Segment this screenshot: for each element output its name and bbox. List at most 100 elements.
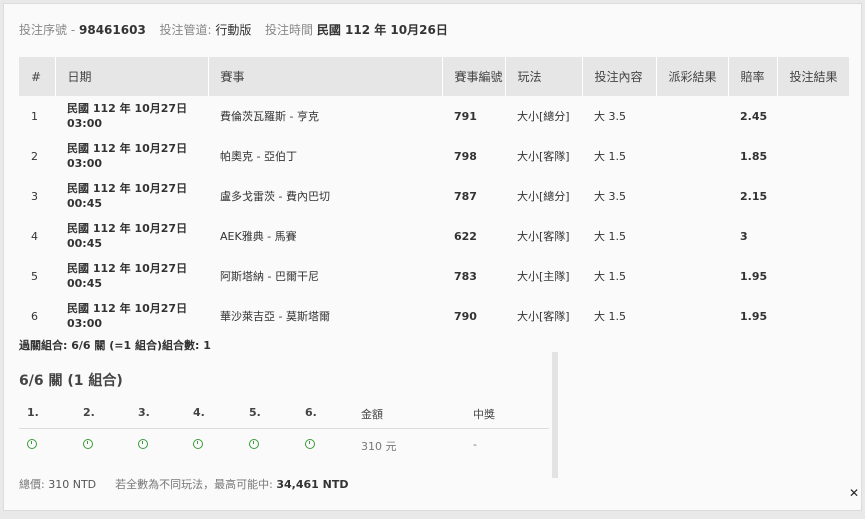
combo-header-prize: 中獎 (473, 408, 495, 421)
channel-value: 行動版 (215, 23, 252, 37)
max-win-note: 若全數為不同玩法，最高可能中: (115, 478, 273, 491)
col-header: 賽事編號 (442, 57, 506, 96)
combo-amount: 310 元 (361, 440, 397, 453)
match-date: 民國 112 年 10月27日 00:45 (55, 216, 208, 256)
match-date-day: 民國 112 年 10月27日 (67, 262, 188, 275)
clock-icon (27, 438, 37, 451)
match-date-time: 00:45 (67, 197, 103, 210)
combo-header-amount: 金額 (361, 408, 383, 421)
play-type: 大小[客隊] (517, 150, 570, 163)
match-date-time: 00:45 (67, 277, 103, 290)
match-date-time: 03:00 (67, 157, 103, 170)
table-row: 4 民國 112 年 10月27日 00:45 AEK雅典 - 馬賽 622 大小[客隊]… (19, 216, 849, 256)
bet-result (777, 176, 849, 216)
close-icon[interactable]: ✕ (846, 485, 862, 501)
combo-header: 1. (27, 406, 39, 419)
bet-result (777, 136, 849, 176)
col-header: 賽事 (208, 57, 443, 96)
col-header: # (19, 57, 56, 96)
col-header: 日期 (55, 57, 209, 96)
bet-result (777, 256, 849, 296)
match-id: 622 (454, 229, 477, 243)
combo-header: 2. (83, 406, 95, 419)
channel-label: 投注管道: (159, 23, 212, 37)
bet-content: 大 1.5 (594, 230, 626, 243)
table-row: 2 民國 112 年 10月27日 03:00 帕奧克 - 亞伯丁 798 大小[客隊] 大… (19, 136, 849, 176)
table-row: 1 民國 112 年 10月27日 03:00 費倫茨瓦羅斯 - 亨克 791 大小[總分… (19, 96, 849, 136)
match-date-time: 00:45 (67, 237, 103, 250)
match-name: AEK雅典 - 馬賽 (220, 230, 297, 243)
odds: 2.15 (740, 189, 768, 203)
combo-header-row: 1. 2. 3. 4. 5. 6. 金額 中獎 (19, 406, 549, 426)
serial-label: 投注序號 (19, 23, 68, 37)
play-type: 大小[主隊] (517, 270, 570, 283)
play-type: 大小[客隊] (517, 230, 570, 243)
time-value: 民國 112 年 10月26日 (316, 23, 448, 37)
match-date-time: 03:00 (67, 117, 103, 130)
match-date: 民國 112 年 10月27日 03:00 (55, 136, 208, 176)
scrollbar[interactable] (552, 352, 558, 478)
match-id: 787 (454, 189, 477, 203)
match-date-day: 民國 112 年 10月27日 (67, 102, 188, 115)
match-name: 華沙萊吉亞 - 莫斯塔爾 (220, 310, 330, 323)
bet-content: 大 3.5 (594, 190, 626, 203)
match-id: 798 (454, 149, 477, 163)
parlay-summary: 過關組合: 6/6 關 (=1 組合)組合數: 1 (19, 339, 211, 352)
row-number: 5 (31, 269, 38, 283)
play-type: 大小[總分] (517, 190, 570, 203)
serial-value: 98461603 (79, 23, 146, 37)
clock-icon (249, 438, 259, 451)
payout-result (656, 256, 728, 296)
combo-header: 4. (193, 406, 205, 419)
payout-result (656, 296, 728, 336)
match-name: 費倫茨瓦羅斯 - 亨克 (220, 110, 319, 123)
bet-result (777, 96, 849, 136)
combo-section: 6/6 關 (1 組合) 1. 2. 3. 4. 5. 6. 金額 中獎 310… (19, 352, 559, 478)
row-number: 1 (31, 109, 38, 123)
match-id: 791 (454, 109, 477, 123)
match-name: 阿斯塔納 - 巴爾干尼 (220, 270, 319, 283)
combo-header: 5. (249, 406, 261, 419)
bet-result (777, 296, 849, 336)
payout-result (656, 216, 728, 256)
match-date: 民國 112 年 10月27日 00:45 (55, 256, 208, 296)
match-name: 盧多戈雷茨 - 費內巴切 (220, 190, 330, 203)
bet-result (777, 216, 849, 256)
match-date-day: 民國 112 年 10月27日 (67, 142, 188, 155)
bet-content: 大 1.5 (594, 270, 626, 283)
bet-content: 大 1.5 (594, 310, 626, 323)
col-header: 派彩結果 (656, 57, 729, 96)
col-header: 投注結果 (777, 57, 849, 96)
match-date-time: 03:00 (67, 317, 103, 330)
odds: 1.95 (740, 269, 768, 283)
match-date: 民國 112 年 10月27日 00:45 (55, 176, 208, 216)
payout-result (656, 136, 728, 176)
max-win-value: 34,461 NTD (276, 478, 349, 491)
bet-footer: 總價: 310 NTD 若全數為不同玩法，最高可能中: 34,461 NTD (19, 476, 348, 492)
row-number: 6 (31, 309, 38, 323)
odds: 1.95 (740, 309, 768, 323)
table-row: 3 民國 112 年 10月27日 00:45 盧多戈雷茨 - 費內巴切 787 大小[總… (19, 176, 849, 216)
col-header: 投注內容 (582, 57, 657, 96)
bet-header: 投注序號 - 98461603 投注管道: 行動版 投注時間 民國 112 年 … (19, 23, 448, 37)
table-row: 5 民國 112 年 10月27日 00:45 阿斯塔納 - 巴爾干尼 783 大小[主隊… (19, 256, 849, 296)
combo-prize: - (473, 438, 477, 451)
clock-icon (193, 438, 203, 451)
play-type: 大小[客隊] (517, 310, 570, 323)
combo-row: 310 元 - (19, 438, 549, 458)
match-date-day: 民國 112 年 10月27日 (67, 182, 188, 195)
clock-icon (138, 438, 148, 451)
odds: 3 (740, 229, 748, 243)
match-date: 民國 112 年 10月27日 03:00 (55, 96, 208, 136)
bets-table: # 日期 賽事 賽事編號 玩法 投注內容 派彩結果 賠率 投注結果 1 民國 11… (19, 57, 849, 336)
match-date: 民國 112 年 10月27日 03:00 (55, 296, 208, 336)
total-label: 總價: (19, 478, 45, 491)
combo-header: 6. (305, 406, 317, 419)
match-id: 790 (454, 309, 477, 323)
time-label: 投注時間 (265, 23, 314, 37)
bet-content: 大 1.5 (594, 150, 626, 163)
row-number: 3 (31, 189, 38, 203)
bet-content: 大 3.5 (594, 110, 626, 123)
match-id: 783 (454, 269, 477, 283)
match-date-day: 民國 112 年 10月27日 (67, 302, 188, 315)
